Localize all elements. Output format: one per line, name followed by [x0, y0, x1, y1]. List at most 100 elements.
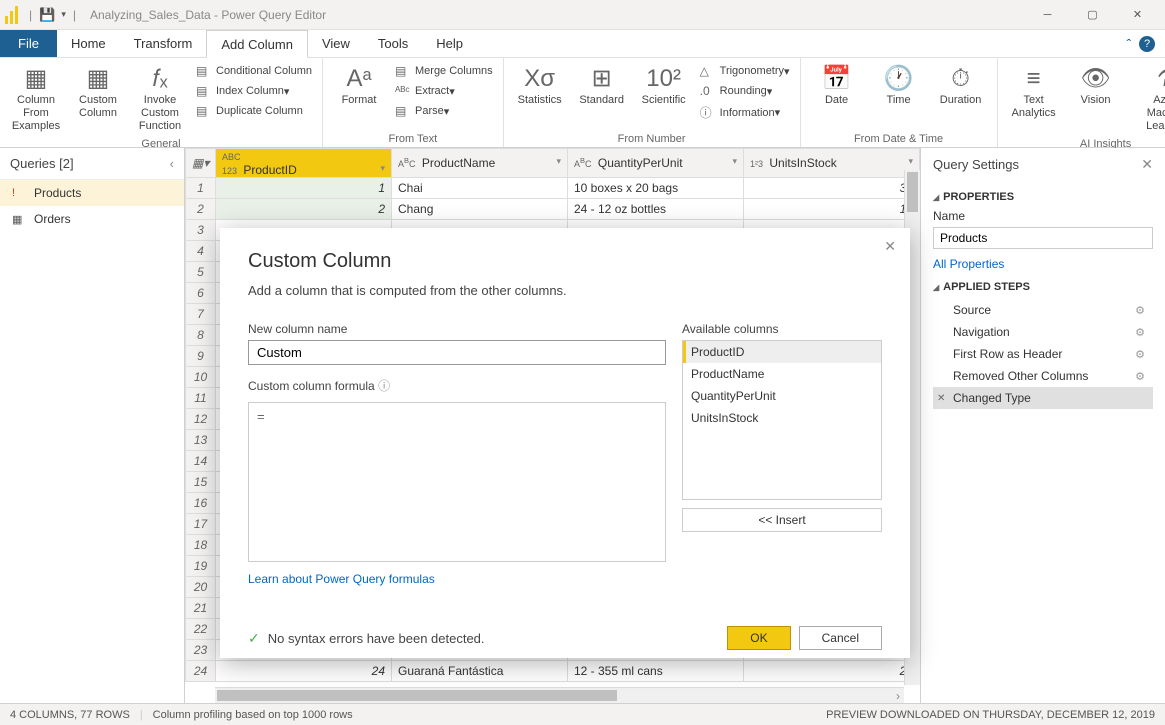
aml-icon: ⚗ — [1157, 64, 1165, 94]
close-settings-icon[interactable]: ✕ — [1141, 156, 1153, 173]
tab-view[interactable]: View — [308, 30, 364, 57]
duplicate-icon: ▤ — [196, 104, 212, 118]
maximize-button[interactable]: ▢ — [1070, 0, 1115, 30]
insert-button[interactable]: << Insert — [682, 508, 882, 532]
time-icon: 🕐 — [884, 64, 914, 94]
custom-column-button[interactable]: ▦Custom Column — [68, 62, 128, 122]
ok-button[interactable]: OK — [727, 626, 790, 650]
warning-icon: ! — [12, 187, 28, 199]
extract-button[interactable]: ᴬᴮᶜExtract ▾ — [391, 82, 497, 100]
extract-icon: ᴬᴮᶜ — [395, 84, 411, 98]
table-icon: ▦ — [25, 64, 48, 94]
merge-icon: ▤ — [395, 64, 411, 78]
text-analytics-button[interactable]: ≡Text Analytics — [1004, 62, 1064, 122]
conditional-column-button[interactable]: ▤Conditional Column — [192, 62, 316, 80]
tab-tools[interactable]: Tools — [364, 30, 422, 57]
query-item-products[interactable]: ! Products — [0, 180, 184, 206]
col-productname[interactable]: ABC ProductName▾ — [392, 149, 568, 178]
formula-input[interactable]: = — [248, 402, 666, 562]
vision-icon: 👁 — [1080, 64, 1110, 94]
qat-separator: | — [29, 8, 32, 22]
scientific-icon: 10² — [646, 64, 681, 94]
gear-icon[interactable]: ⚙ — [1135, 370, 1145, 383]
horizontal-scrollbar[interactable]: ‹› — [215, 687, 904, 703]
col-productid[interactable]: ABC123 ProductID▾ — [216, 149, 392, 178]
duration-button[interactable]: ⏱Duration — [931, 62, 991, 109]
dialog-close-button[interactable]: ✕ — [884, 238, 896, 255]
date-button[interactable]: 📅Date — [807, 62, 867, 109]
save-icon[interactable]: 💾 — [39, 7, 55, 23]
statistics-button[interactable]: ΧσStatistics — [510, 62, 570, 109]
rounding-button[interactable]: .0Rounding ▾ — [696, 82, 794, 100]
azure-ml-button[interactable]: ⚗Azure Machine Learning — [1128, 62, 1165, 136]
index-column-button[interactable]: ▤Index Column ▾ — [192, 82, 316, 100]
qat-dropdown-icon[interactable]: ▾ — [61, 9, 66, 20]
applied-step[interactable]: Navigation⚙ — [933, 321, 1153, 343]
gear-icon[interactable]: ⚙ — [1135, 304, 1145, 317]
applied-step[interactable]: Removed Other Columns⚙ — [933, 365, 1153, 387]
col-stock[interactable]: 1²3 UnitsInStock▾ — [744, 149, 920, 178]
time-button[interactable]: 🕐Time — [869, 62, 929, 109]
cancel-button[interactable]: Cancel — [799, 626, 882, 650]
information-button[interactable]: ⓘInformation ▾ — [696, 102, 794, 123]
tab-help[interactable]: Help — [422, 30, 477, 57]
query-item-orders[interactable]: ▦ Orders — [0, 206, 184, 232]
learn-link[interactable]: Learn about Power Query formulas — [248, 572, 435, 586]
available-column-item[interactable]: ProductName — [683, 363, 881, 385]
properties-section[interactable]: PROPERTIES — [933, 191, 1153, 203]
tab-home[interactable]: Home — [57, 30, 120, 57]
column-from-examples-button[interactable]: ▦Column From Examples — [6, 62, 66, 136]
table-row[interactable]: 2 2 Chang 24 - 12 oz bottles 17 — [186, 199, 920, 220]
round-icon: .0 — [700, 84, 716, 98]
duration-icon: ⏱ — [951, 64, 970, 94]
format-icon: Aᵃ — [347, 64, 372, 94]
applied-step[interactable]: Changed Type — [933, 387, 1153, 409]
ribbon: ▦Column From Examples ▦Custom Column 𝑓ₓI… — [0, 58, 1165, 148]
available-column-item[interactable]: UnitsInStock — [683, 407, 881, 429]
row-header-corner[interactable]: ▦▾ — [186, 149, 216, 178]
collapse-queries-icon[interactable]: ‹ — [170, 156, 174, 171]
applied-step[interactable]: First Row as Header⚙ — [933, 343, 1153, 365]
parse-button[interactable]: ▤Parse ▾ — [391, 102, 497, 120]
standard-button[interactable]: ⊞Standard — [572, 62, 632, 109]
tab-file[interactable]: File — [0, 30, 57, 57]
format-button[interactable]: AᵃFormat — [329, 62, 389, 109]
table-row[interactable]: 1 1 Chai 10 boxes x 20 bags 39 — [186, 178, 920, 199]
trigonometry-button[interactable]: △Trigonometry ▾ — [696, 62, 794, 80]
app-logo-icon — [5, 6, 19, 24]
formula-label: Custom column formula ⓘ — [248, 377, 390, 394]
group-text-label: From Text — [329, 131, 497, 145]
duplicate-column-button[interactable]: ▤Duplicate Column — [192, 102, 316, 120]
queries-header: Queries [2] ‹ — [0, 148, 184, 180]
available-columns-list[interactable]: ProductIDProductNameQuantityPerUnitUnits… — [682, 340, 882, 500]
vision-button[interactable]: 👁Vision — [1066, 62, 1126, 109]
text-analytics-icon: ≡ — [1027, 64, 1041, 94]
dialog-title: Custom Column — [248, 250, 882, 273]
gear-icon[interactable]: ⚙ — [1135, 348, 1145, 361]
standard-icon: ⊞ — [592, 64, 612, 94]
query-settings-pane: Query Settings ✕ PROPERTIES Name All Pro… — [920, 148, 1165, 703]
status-bar: 4 COLUMNS, 77 ROWS | Column profiling ba… — [0, 703, 1165, 725]
available-column-item[interactable]: ProductID — [683, 341, 881, 363]
scientific-button[interactable]: 10²Scientific — [634, 62, 694, 109]
group-datetime-label: From Date & Time — [807, 131, 991, 145]
minimize-button[interactable]: ─ — [1025, 0, 1070, 30]
tab-add-column[interactable]: Add Column — [206, 30, 308, 58]
available-columns-label: Available columns — [682, 322, 882, 336]
query-name-input[interactable] — [933, 227, 1153, 249]
ribbon-collapse-icon[interactable]: ˆ ? — [1127, 30, 1165, 57]
available-column-item[interactable]: QuantityPerUnit — [683, 385, 881, 407]
gear-icon[interactable]: ⚙ — [1135, 326, 1145, 339]
invoke-function-button[interactable]: 𝑓ₓInvoke Custom Function — [130, 62, 190, 136]
col-qpu[interactable]: ABC QuantityPerUnit▾ — [568, 149, 744, 178]
group-number-label: From Number — [510, 131, 794, 145]
all-properties-link[interactable]: All Properties — [933, 257, 1004, 271]
help-icon[interactable]: ? — [1139, 36, 1155, 52]
close-button[interactable]: ✕ — [1115, 0, 1160, 30]
tab-transform[interactable]: Transform — [120, 30, 207, 57]
merge-columns-button[interactable]: ▤Merge Columns — [391, 62, 497, 80]
info-icon[interactable]: ⓘ — [378, 379, 390, 393]
new-column-name-input[interactable] — [248, 340, 666, 365]
applied-step[interactable]: Source⚙ — [933, 299, 1153, 321]
applied-steps-section[interactable]: APPLIED STEPS — [933, 281, 1153, 293]
